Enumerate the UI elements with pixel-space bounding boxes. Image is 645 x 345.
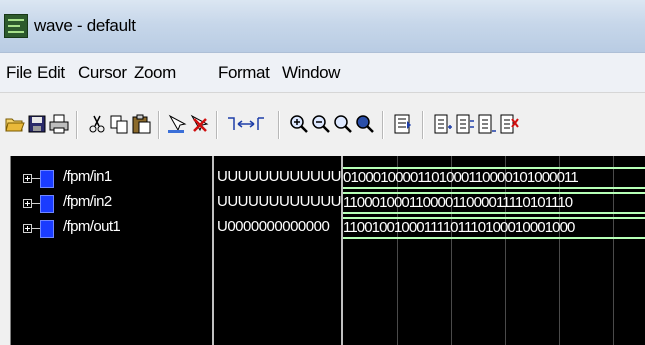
zoom-full-icon[interactable] [354, 113, 376, 135]
signal-icon [40, 195, 54, 213]
menu-cursor[interactable]: Cursor [78, 63, 127, 83]
waveform-value: 11000100011000011000011110101110 [343, 194, 573, 211]
zoom-area-icon[interactable] [332, 113, 354, 135]
signal-row[interactable]: /fpm/in2 [11, 193, 211, 217]
menu-file[interactable]: File [6, 63, 32, 83]
signal-values-pane: UUUUUUUUUUUU UUUUUUUUUUUU U0000000000000 [212, 156, 341, 345]
signal-value: UUUUUUUUUUUU [217, 168, 341, 185]
group-2-icon[interactable] [454, 113, 476, 135]
menu-zoom[interactable]: Zoom [134, 63, 176, 83]
menu-window[interactable]: Window [282, 63, 340, 83]
menu-format[interactable]: Format [218, 63, 270, 83]
signal-icon [40, 220, 54, 238]
expand-icon[interactable] [23, 224, 32, 233]
cut-icon[interactable] [86, 113, 108, 135]
signal-row[interactable]: /fpm/out1 [11, 218, 211, 242]
signal-row[interactable]: /fpm/in1 [11, 168, 211, 192]
menu-bar: File Edit Cursor Zoom Format Window [0, 52, 645, 93]
open-icon[interactable] [4, 113, 26, 135]
group-3-icon[interactable] [476, 113, 498, 135]
app-icon [4, 14, 28, 38]
zoom-in-icon[interactable] [288, 113, 310, 135]
waveform-value: 01000100001101000110000101000011 [343, 169, 579, 186]
copy-icon[interactable] [108, 113, 130, 135]
toolbar [0, 92, 645, 153]
signal-value: UUUUUUUUUUUU [217, 193, 341, 210]
wave-window: /fpm/in1 /fpm/in2 /fpm/out1 UUUUUUUUUUUU… [0, 152, 645, 345]
find-icon[interactable] [166, 113, 188, 135]
print-icon[interactable] [48, 113, 70, 135]
signal-name: /fpm/out1 [63, 218, 121, 235]
insert-cursor-icon[interactable] [226, 113, 266, 135]
save-icon[interactable] [26, 113, 48, 135]
signal-name: /fpm/in2 [63, 193, 112, 210]
zoom-out-icon[interactable] [310, 113, 332, 135]
waveform-value: 11001001000111101110100010001000 [343, 219, 575, 236]
waveform-row[interactable]: 11001001000111101110100010001000 [343, 217, 645, 241]
group-4-icon[interactable] [498, 113, 520, 135]
window-title: wave - default [34, 16, 136, 35]
waveform-row[interactable]: 01000100001101000110000101000011 [343, 167, 645, 191]
delete-icon[interactable] [188, 113, 210, 135]
signal-names-pane: /fpm/in1 /fpm/in2 /fpm/out1 [10, 156, 212, 345]
waveform-pane[interactable]: 01000100001101000110000101000011 1100010… [341, 156, 645, 345]
paste-icon[interactable] [130, 113, 152, 135]
expand-icon[interactable] [23, 174, 32, 183]
signal-name: /fpm/in1 [63, 168, 112, 185]
expand-icon[interactable] [23, 199, 32, 208]
menu-edit[interactable]: Edit [37, 63, 65, 83]
group-1-icon[interactable] [432, 113, 454, 135]
signal-icon [40, 170, 54, 188]
format-icon[interactable] [392, 113, 414, 135]
title-bar: wave - default [0, 0, 645, 52]
waveform-row[interactable]: 11000100011000011000011110101110 [343, 192, 645, 216]
signal-value: U0000000000000 [217, 218, 330, 235]
